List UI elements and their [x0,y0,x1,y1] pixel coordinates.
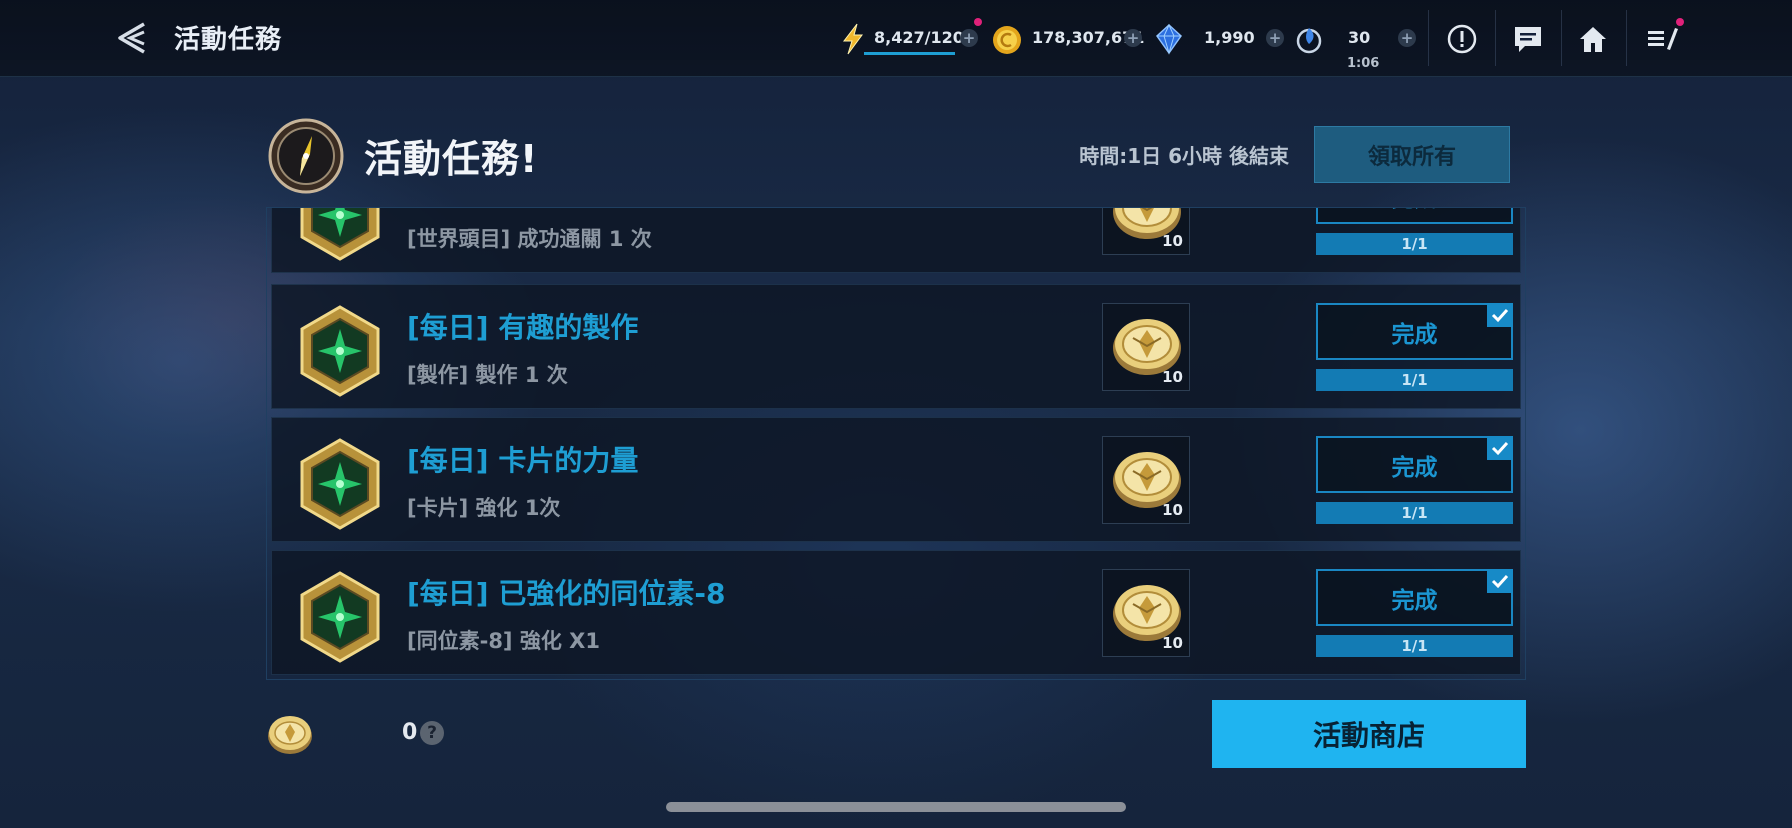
page-title: 活動任務 [174,25,283,55]
reward-slot[interactable]: 10 [1102,569,1190,657]
gold-add-button[interactable]: + [1124,29,1142,47]
crystal-value: 1,990 [1204,27,1255,47]
reward-count: 10 [1162,232,1183,250]
claim-all-button[interactable]: 領取所有 [1314,126,1510,183]
complete-button[interactable]: 完成 [1316,436,1513,493]
divider [1626,10,1627,66]
panel-title: 活動任務! [364,137,539,181]
complete-label: 完成 [1391,587,1438,614]
quest-desc: [製作] 製作 1 次 [407,363,568,387]
divider [1428,10,1429,66]
quest-desc: [同位素-8] 強化 X1 [407,629,600,653]
quest-name: [每日] 卡片的力量 [407,444,639,477]
complete-button[interactable]: 完成 [1316,569,1513,626]
quest-row: [每日] 卡片的力量 [卡片] 強化 1次 10 完成 1/1 [271,417,1521,542]
quest-row: [世界頭目] 成功通關 1 次 10 完成 1/1 [271,208,1521,273]
quest-row: [每日] 已強化的同位素-8 [同位素-8] 強化 X1 10 完成 1/1 [271,550,1521,675]
compass-icon [268,118,344,194]
event-shop-button[interactable]: 活動商店 [1212,700,1526,768]
quest-desc: [卡片] 強化 1次 [407,496,561,520]
complete-label: 完成 [1391,454,1438,481]
progress-bar: 1/1 [1316,233,1513,255]
energy-underline [864,52,955,55]
event-timer: 時間:1日 6小時 後結束 [1079,144,1289,168]
ticket-value: 30 [1348,27,1371,47]
blue-crystal-icon [1152,22,1186,56]
compass-medal-icon [294,569,386,665]
reward-count: 10 [1162,501,1183,519]
progress-bar: 1/1 [1316,369,1513,391]
quest-name: [每日] 有趣的製作 [407,311,639,344]
ticket-counter: 30 [1348,22,1370,52]
progress-bar: 1/1 [1316,635,1513,657]
home-indicator[interactable] [666,802,1126,812]
reward-slot[interactable]: 10 [1102,436,1190,524]
crystal-add-button[interactable]: + [1266,29,1284,47]
progress-label: 1/1 [1401,371,1428,389]
lightning-icon [836,22,870,56]
quest-log-icon[interactable] [1645,22,1679,56]
progress-label: 1/1 [1401,504,1428,522]
complete-button[interactable]: 完成 [1316,303,1513,360]
complete-label: 完成 [1391,321,1438,348]
reward-count: 10 [1162,368,1183,386]
quest-desc: [世界頭目] 成功通關 1 次 [407,227,652,251]
notification-dot [974,18,982,26]
notice-icon[interactable] [1445,22,1479,56]
divider [1561,10,1562,66]
progress-label: 1/1 [1401,637,1428,655]
reward-count: 10 [1162,634,1183,652]
reward-slot[interactable]: 10 [1102,303,1190,391]
compass-medal-icon [294,436,386,532]
quest-name: [每日] 已強化的同位素-8 [407,577,726,610]
back-arrow-icon[interactable] [112,20,152,56]
energy-add-button[interactable]: + [960,29,978,47]
reward-slot[interactable]: 10 [1102,208,1190,255]
flame-ticket-icon [1292,22,1326,56]
event-coin-icon [266,712,314,756]
energy-value: 8,427/120 [874,27,964,47]
progress-label: 1/1 [1401,235,1428,253]
compass-medal-icon [294,303,386,399]
checkmark-icon [1487,303,1513,327]
event-coin-count: 0 [402,720,418,745]
progress-bar: 1/1 [1316,502,1513,524]
gold-coin-icon [990,22,1024,56]
crystal-counter: 1,990 [1204,22,1255,52]
help-icon[interactable]: ? [420,721,444,745]
chat-icon[interactable] [1511,22,1545,56]
top-bar: 活動任務 8,427/120 + 178,307,671 + 1,990 + 3… [0,0,1792,77]
ticket-timer: 1:06 [1347,56,1380,71]
notification-dot [1676,18,1684,26]
checkmark-icon [1487,569,1513,593]
checkmark-icon [1487,436,1513,460]
quest-list[interactable]: [世界頭目] 成功通關 1 次 10 完成 1/1 [每日] 有趣的製作 [製作… [266,207,1526,680]
quest-row: [每日] 有趣的製作 [製作] 製作 1 次 10 完成 1/1 [271,284,1521,409]
compass-medal-icon [294,208,386,263]
divider [1495,10,1496,66]
ticket-add-button[interactable]: + [1398,29,1416,47]
home-icon[interactable] [1576,22,1610,56]
complete-button[interactable]: 完成 [1316,208,1513,224]
energy-counter: 8,427/120 [874,22,964,52]
complete-label: 完成 [1392,208,1438,213]
